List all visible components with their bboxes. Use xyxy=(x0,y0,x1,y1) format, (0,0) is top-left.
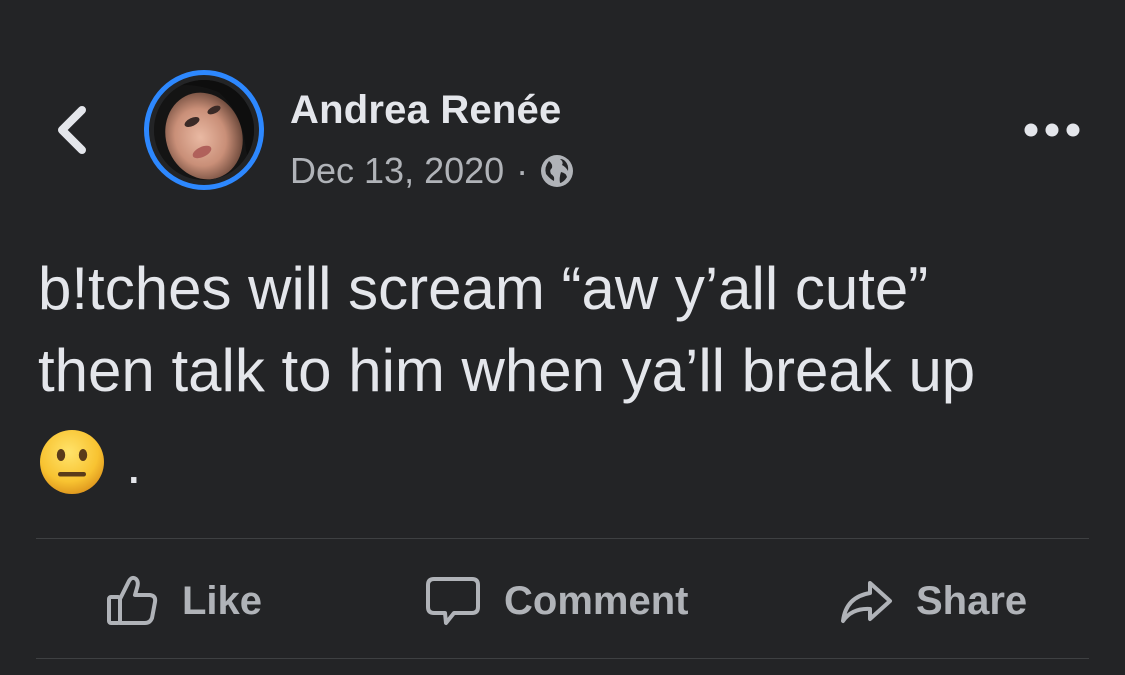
actions-divider-bottom xyxy=(36,658,1089,659)
post-body: b!tches will scream “aw y’all cute” then… xyxy=(38,248,1098,412)
actions-divider-top xyxy=(36,538,1089,539)
post-page: Andrea Renée Dec 13, 2020 · b!tches will… xyxy=(0,0,1125,675)
avatar-photo xyxy=(154,80,254,180)
comment-bubble-icon xyxy=(426,577,480,625)
globe-icon xyxy=(540,154,574,188)
chevron-left-icon xyxy=(58,106,86,154)
more-options-button[interactable] xyxy=(1020,108,1084,152)
meta-separator: · xyxy=(516,150,529,191)
author-name[interactable]: Andrea Renée xyxy=(290,88,561,133)
post-text-line-1: b!tches will scream “aw y’all cute” xyxy=(38,255,929,322)
comment-label: Comment xyxy=(504,578,689,623)
more-horizontal-icon xyxy=(1024,123,1080,137)
like-button[interactable]: Like xyxy=(104,566,262,636)
share-button[interactable]: Share xyxy=(838,566,1027,636)
author-avatar[interactable] xyxy=(144,70,264,190)
like-label: Like xyxy=(182,578,263,623)
trailing-period: . xyxy=(126,432,142,495)
back-button[interactable] xyxy=(44,98,100,162)
thumbs-up-icon xyxy=(107,575,158,625)
neutral-face-emoji-icon xyxy=(38,428,106,496)
post-date[interactable]: Dec 13, 2020 xyxy=(290,150,504,192)
comment-button[interactable]: Comment xyxy=(424,566,688,636)
post-meta: Dec 13, 2020 · xyxy=(290,148,574,194)
share-arrow-icon xyxy=(841,581,892,623)
share-label: Share xyxy=(916,578,1028,623)
post-text-line-2: then talk to him when ya’ll break up xyxy=(38,337,976,404)
post-emoji-line: . xyxy=(38,424,142,496)
